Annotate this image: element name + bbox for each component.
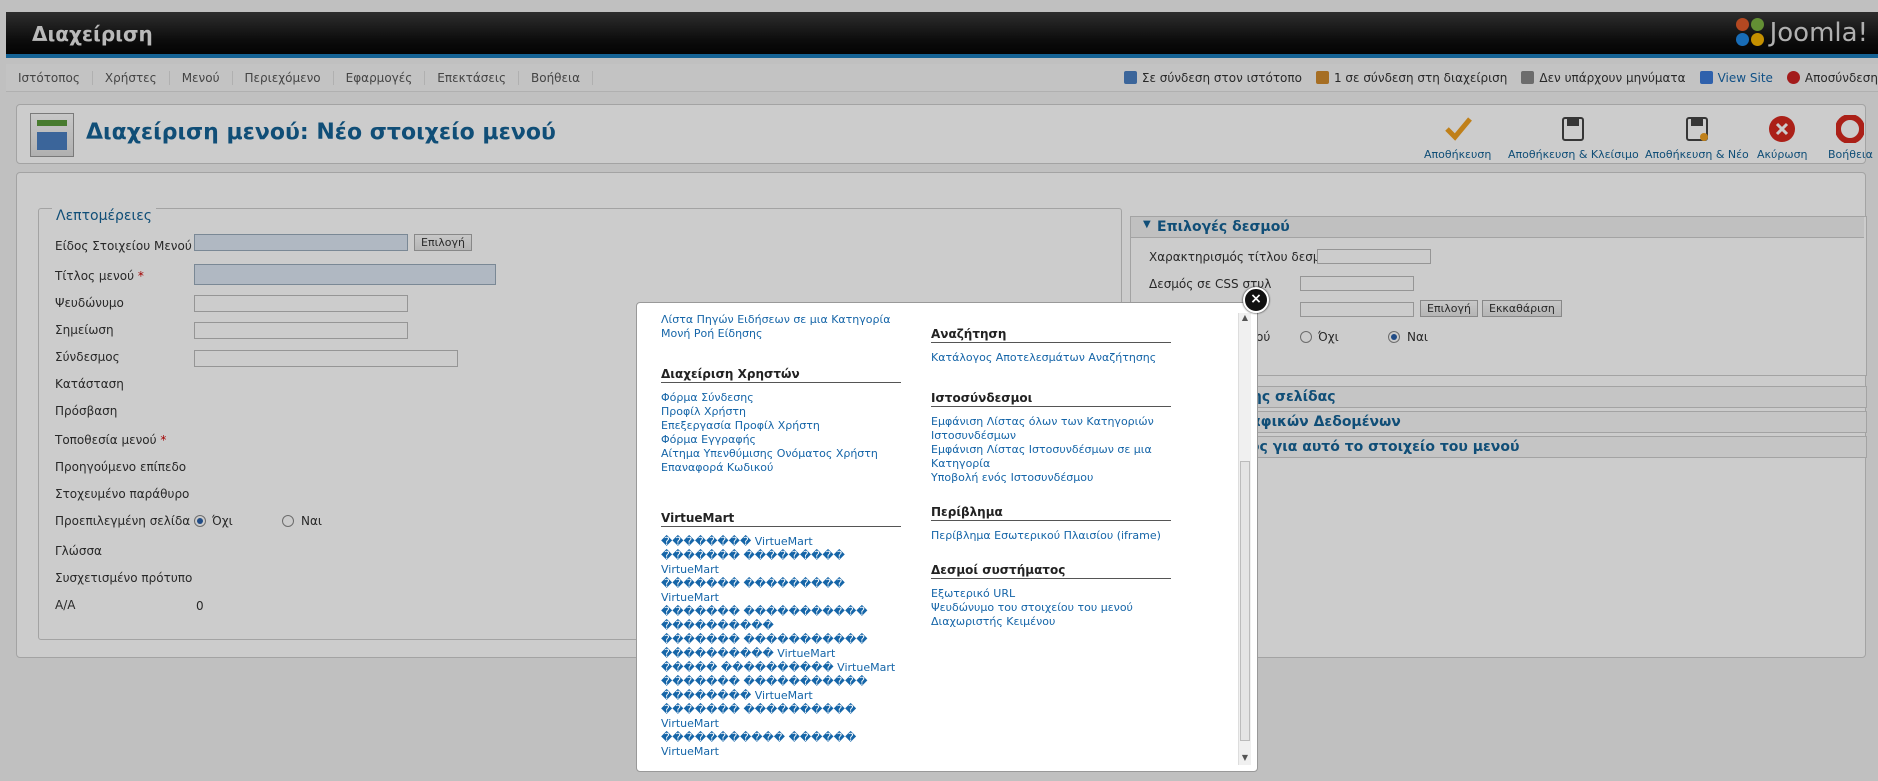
modal-group-title: Δεσμοί συστήματος	[931, 563, 1171, 579]
modal-item[interactable]: ����������� ������ VirtueMart	[661, 731, 901, 759]
modal-item[interactable]: Αίτημα Υπενθύμισης Ονόματος Χρήστη	[661, 447, 901, 461]
modal-scrollbar[interactable]: ▲ ▼	[1238, 313, 1251, 765]
modal-item[interactable]: ������� ���������� VirtueMart	[661, 703, 901, 731]
modal-item[interactable]: ������� ��������� VirtueMart	[661, 549, 901, 577]
modal-group-users: Διαχείριση Χρηστών Φόρμα Σύνδεσης Προφίλ…	[661, 367, 901, 475]
modal-item[interactable]: Επαναφορά Κωδικού	[661, 461, 901, 475]
modal-item[interactable]: Μονή Ροή Είδησης	[661, 327, 901, 341]
modal-item[interactable]: Λίστα Πηγών Ειδήσεων σε μια Κατηγορία	[661, 313, 901, 327]
modal-item[interactable]: �������� VirtueMart	[661, 535, 901, 549]
modal-item[interactable]: Υποβολή ενός Ιστοσυνδέσμου	[931, 471, 1171, 485]
modal-item[interactable]: Επεξεργασία Προφίλ Χρήστη	[661, 419, 901, 433]
modal-item[interactable]: Ψευδώνυμο του στοιχείου του μενού	[931, 601, 1171, 615]
modal-item[interactable]: ������� ��������� VirtueMart	[661, 577, 901, 605]
modal-group-weblinks: Ιστοσύνδεσμοι Εμφάνιση Λίστας όλων των Κ…	[931, 391, 1171, 485]
modal-item[interactable]: Εξωτερικό URL	[931, 587, 1171, 601]
modal-item[interactable]: Εμφάνιση Λίστας Ιστοσυνδέσμων σε μια Κατ…	[931, 443, 1171, 471]
modal-item[interactable]: Διαχωριστής Κειμένου	[931, 615, 1171, 629]
modal-group-title: Ιστοσύνδεσμοι	[931, 391, 1171, 407]
modal-item[interactable]: Κατάλογος Αποτελεσμάτων Αναζήτησης	[931, 351, 1171, 365]
modal-group-wrapper: Περίβλημα Περίβλημα Εσωτερικού Πλαισίου …	[931, 505, 1171, 543]
modal-group-title: Διαχείριση Χρηστών	[661, 367, 901, 383]
modal-left-column: Λίστα Πηγών Ειδήσεων σε μια Κατηγορία Μο…	[661, 313, 901, 779]
modal-right-column: Αναζήτηση Κατάλογος Αποτελεσμάτων Αναζήτ…	[931, 327, 1171, 649]
modal-item[interactable]: Προφίλ Χρήστη	[661, 405, 901, 419]
modal-group-search: Αναζήτηση Κατάλογος Αποτελεσμάτων Αναζήτ…	[931, 327, 1171, 365]
modal-item[interactable]: ������� ����������� ���������� VirtueMar…	[661, 633, 901, 661]
modal-item[interactable]: ����� ���������� VirtueMart	[661, 661, 901, 675]
modal-item[interactable]: Φόρμα Εγγραφής	[661, 433, 901, 447]
modal-group-title: Αναζήτηση	[931, 327, 1171, 343]
modal-item[interactable]: ������� ����������� ����������	[661, 605, 901, 633]
modal-item[interactable]: Εμφάνιση Λίστας όλων των Κατηγοριών Ιστο…	[931, 415, 1171, 443]
modal-group-title: Περίβλημα	[931, 505, 1171, 521]
modal-item[interactable]: Φόρμα Σύνδεσης	[661, 391, 901, 405]
scroll-down-icon[interactable]: ▼	[1239, 753, 1251, 765]
modal-top-group: Λίστα Πηγών Ειδήσεων σε μια Κατηγορία Μο…	[661, 313, 901, 341]
modal-close-button[interactable]: ×	[1243, 287, 1269, 313]
modal-item[interactable]: ������� ����������� �������� VirtueMart	[661, 675, 901, 703]
modal-group-system-links: Δεσμοί συστήματος Εξωτερικό URL Ψευδώνυμ…	[931, 563, 1171, 629]
modal-group-title: VirtueMart	[661, 511, 901, 527]
modal-item[interactable]: Περίβλημα Εσωτερικού Πλαισίου (iframe)	[931, 529, 1171, 543]
menu-item-type-modal: Λίστα Πηγών Ειδήσεων σε μια Κατηγορία Μο…	[636, 302, 1258, 772]
scroll-up-icon[interactable]: ▲	[1239, 313, 1251, 325]
scrollbar-thumb[interactable]	[1240, 461, 1250, 741]
modal-group-virtuemart: VirtueMart �������� VirtueMart ������� �…	[661, 511, 901, 759]
